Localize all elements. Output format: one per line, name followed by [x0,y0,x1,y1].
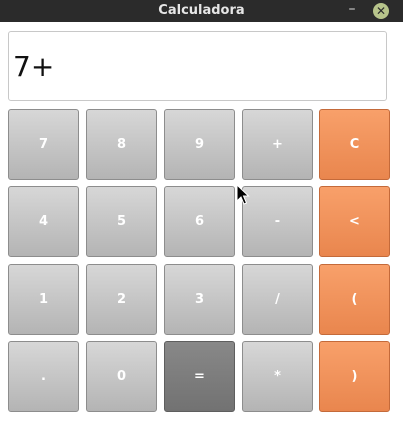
key-clear[interactable]: C [319,109,390,180]
key-0[interactable]: 0 [86,341,157,412]
close-icon[interactable]: ✕ [373,3,389,19]
title-bar: Calculadora – ✕ [0,0,403,22]
key-3[interactable]: 3 [164,264,235,335]
minimize-button[interactable]: – [345,0,359,22]
key-5[interactable]: 5 [86,186,157,257]
display-value: 7+ [13,50,55,83]
key-close-paren[interactable]: ) [319,341,390,412]
key-minus[interactable]: - [242,186,313,257]
key-backspace[interactable]: < [319,186,390,257]
key-divide[interactable]: / [242,264,313,335]
key-plus[interactable]: + [242,109,313,180]
key-multiply[interactable]: * [242,341,313,412]
key-open-paren[interactable]: ( [319,264,390,335]
key-2[interactable]: 2 [86,264,157,335]
key-6[interactable]: 6 [164,186,235,257]
window-title: Calculadora [158,3,245,18]
key-9[interactable]: 9 [164,109,235,180]
key-7[interactable]: 7 [8,109,79,180]
calculator-display[interactable]: 7+ [8,31,387,101]
key-equals[interactable]: = [164,341,235,412]
key-1[interactable]: 1 [8,264,79,335]
key-8[interactable]: 8 [86,109,157,180]
mouse-pointer-icon [236,183,250,210]
key-4[interactable]: 4 [8,186,79,257]
key-decimal[interactable]: . [8,341,79,412]
